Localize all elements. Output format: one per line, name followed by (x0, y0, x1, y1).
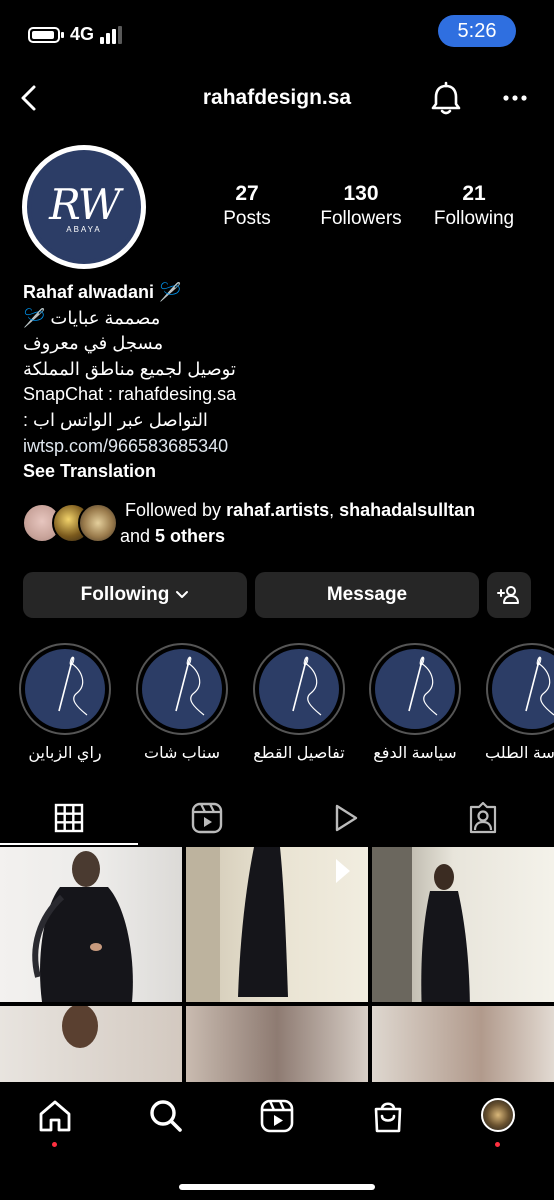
signal-icon (100, 26, 128, 44)
avatar-subtext: ABAYA (66, 225, 102, 234)
home-notification-dot (52, 1142, 57, 1147)
reels-icon[interactable] (257, 1096, 297, 1136)
highlight-label: راي الزباين (28, 745, 102, 762)
stat-value: 27 (235, 182, 259, 205)
tab-videos-icon[interactable] (325, 798, 365, 838)
post-thumbnail[interactable] (186, 1006, 368, 1085)
bio-line: توصيل لجميع مناطق المملكة (23, 358, 236, 379)
stat-label: Following (433, 208, 515, 229)
and-text: and (120, 526, 156, 546)
post-thumbnail[interactable] (372, 1006, 554, 1085)
profile-display-name: Rahaf alwadani 🪡 (23, 282, 182, 302)
needle-thread-icon (525, 656, 554, 716)
story-highlight[interactable]: تفاصيل القطع (253, 643, 345, 763)
network-type: 4G (70, 24, 95, 44)
tab-tagged-icon[interactable] (463, 798, 503, 838)
stat-label: Followers (320, 208, 402, 229)
profile-notification-dot (495, 1142, 500, 1147)
add-person-icon (497, 586, 519, 604)
following-button[interactable]: Following (23, 572, 247, 618)
stat-value: 130 (343, 182, 379, 205)
post-thumbnail[interactable] (0, 1006, 182, 1085)
follower-avatar (78, 503, 118, 543)
top-nav: rahafdesign.sa (0, 70, 554, 126)
search-icon[interactable] (146, 1096, 186, 1136)
following-button-label: Following (80, 584, 170, 605)
battery-nub (61, 32, 64, 38)
stat-posts[interactable]: 27 Posts (205, 182, 289, 230)
bottom-nav (0, 1082, 554, 1200)
others-count[interactable]: 5 others (155, 526, 225, 546)
battery-icon (28, 27, 60, 43)
post-image (62, 1006, 98, 1048)
highlight-cover (492, 649, 554, 729)
tab-reels-icon[interactable] (187, 798, 227, 838)
needle-thread-icon (408, 656, 438, 716)
bio-line: التواصل عبر الواتس اب : (23, 409, 208, 430)
suggested-users-button[interactable] (487, 572, 531, 618)
separator: , (329, 500, 340, 520)
more-options-icon[interactable] (498, 78, 534, 118)
bio-line: مسجل في معروف (23, 333, 164, 354)
post-thumbnail[interactable] (186, 847, 368, 1002)
highlight-cover (375, 649, 455, 729)
post-thumbnail[interactable] (0, 847, 182, 1002)
highlight-label: سناب شات (144, 745, 220, 762)
notification-bell-icon[interactable] (428, 78, 464, 118)
followed-by-prefix: Followed by (125, 500, 227, 520)
home-icon[interactable] (35, 1096, 75, 1136)
active-tab-indicator (0, 843, 138, 845)
stat-following[interactable]: 21 Following (426, 182, 522, 230)
highlight-cover (259, 649, 339, 729)
profile-tabs (0, 790, 554, 846)
profile-username: rahafdesign.sa (202, 86, 352, 109)
home-indicator (179, 1184, 375, 1190)
story-highlight[interactable]: سناب شات (136, 643, 228, 763)
profile-avatar-tab[interactable] (481, 1098, 515, 1132)
message-button[interactable]: Message (255, 572, 479, 618)
posts-grid (0, 847, 554, 1085)
profile-bio: Rahaf alwadani 🪡 مصممة عبايات 🪡 مسجل في … (23, 280, 533, 485)
story-highlight[interactable]: سياسة الطلب (485, 643, 554, 763)
stat-followers[interactable]: 130 Followers (310, 182, 412, 230)
highlight-label: تفاصيل القطع (253, 745, 345, 762)
needle-thread-icon (58, 656, 88, 716)
followed-by-text: Followed by rahaf.artists, shahadalsullt… (120, 497, 535, 549)
highlight-label: سياسة الدفع (373, 745, 457, 762)
stat-label: Posts (223, 208, 271, 229)
post-image (372, 847, 470, 1002)
needle-thread-icon (292, 656, 322, 716)
followed-by[interactable]: Followed by rahaf.artists, shahadalsullt… (22, 497, 542, 553)
highlight-cover (142, 649, 222, 729)
highlight-cover (25, 649, 105, 729)
post-image (186, 847, 350, 1002)
story-highlight[interactable]: راي الزباين (19, 643, 111, 763)
shop-bag-icon[interactable] (368, 1096, 408, 1136)
post-image (32, 851, 133, 1002)
chevron-down-icon (176, 591, 189, 598)
follower-name[interactable]: rahaf.artists (226, 500, 329, 520)
tab-grid-icon[interactable] (49, 798, 89, 838)
status-time: 5:26 (438, 15, 516, 47)
post-thumbnail[interactable] (372, 847, 554, 1002)
profile-avatar[interactable]: RW ABAYA (22, 145, 146, 269)
highlight-label: سياسة الطلب (485, 745, 554, 762)
bio-link[interactable]: iwtsp.com/966583685340 (23, 434, 533, 460)
see-translation-link[interactable]: See Translation (23, 459, 533, 485)
status-bar: 4G 5:26 (0, 0, 554, 70)
story-highlight[interactable]: سياسة الدفع (369, 643, 461, 763)
stat-value: 21 (462, 182, 486, 205)
follower-name[interactable]: shahadalsulltan (339, 500, 475, 520)
bio-line: مصممة عبايات 🪡 (23, 307, 161, 328)
needle-thread-icon (175, 656, 205, 716)
message-button-label: Message (326, 584, 408, 605)
bio-line: SnapChat : rahafdesing.sa (23, 384, 237, 405)
avatar-monogram: RW (49, 180, 121, 229)
